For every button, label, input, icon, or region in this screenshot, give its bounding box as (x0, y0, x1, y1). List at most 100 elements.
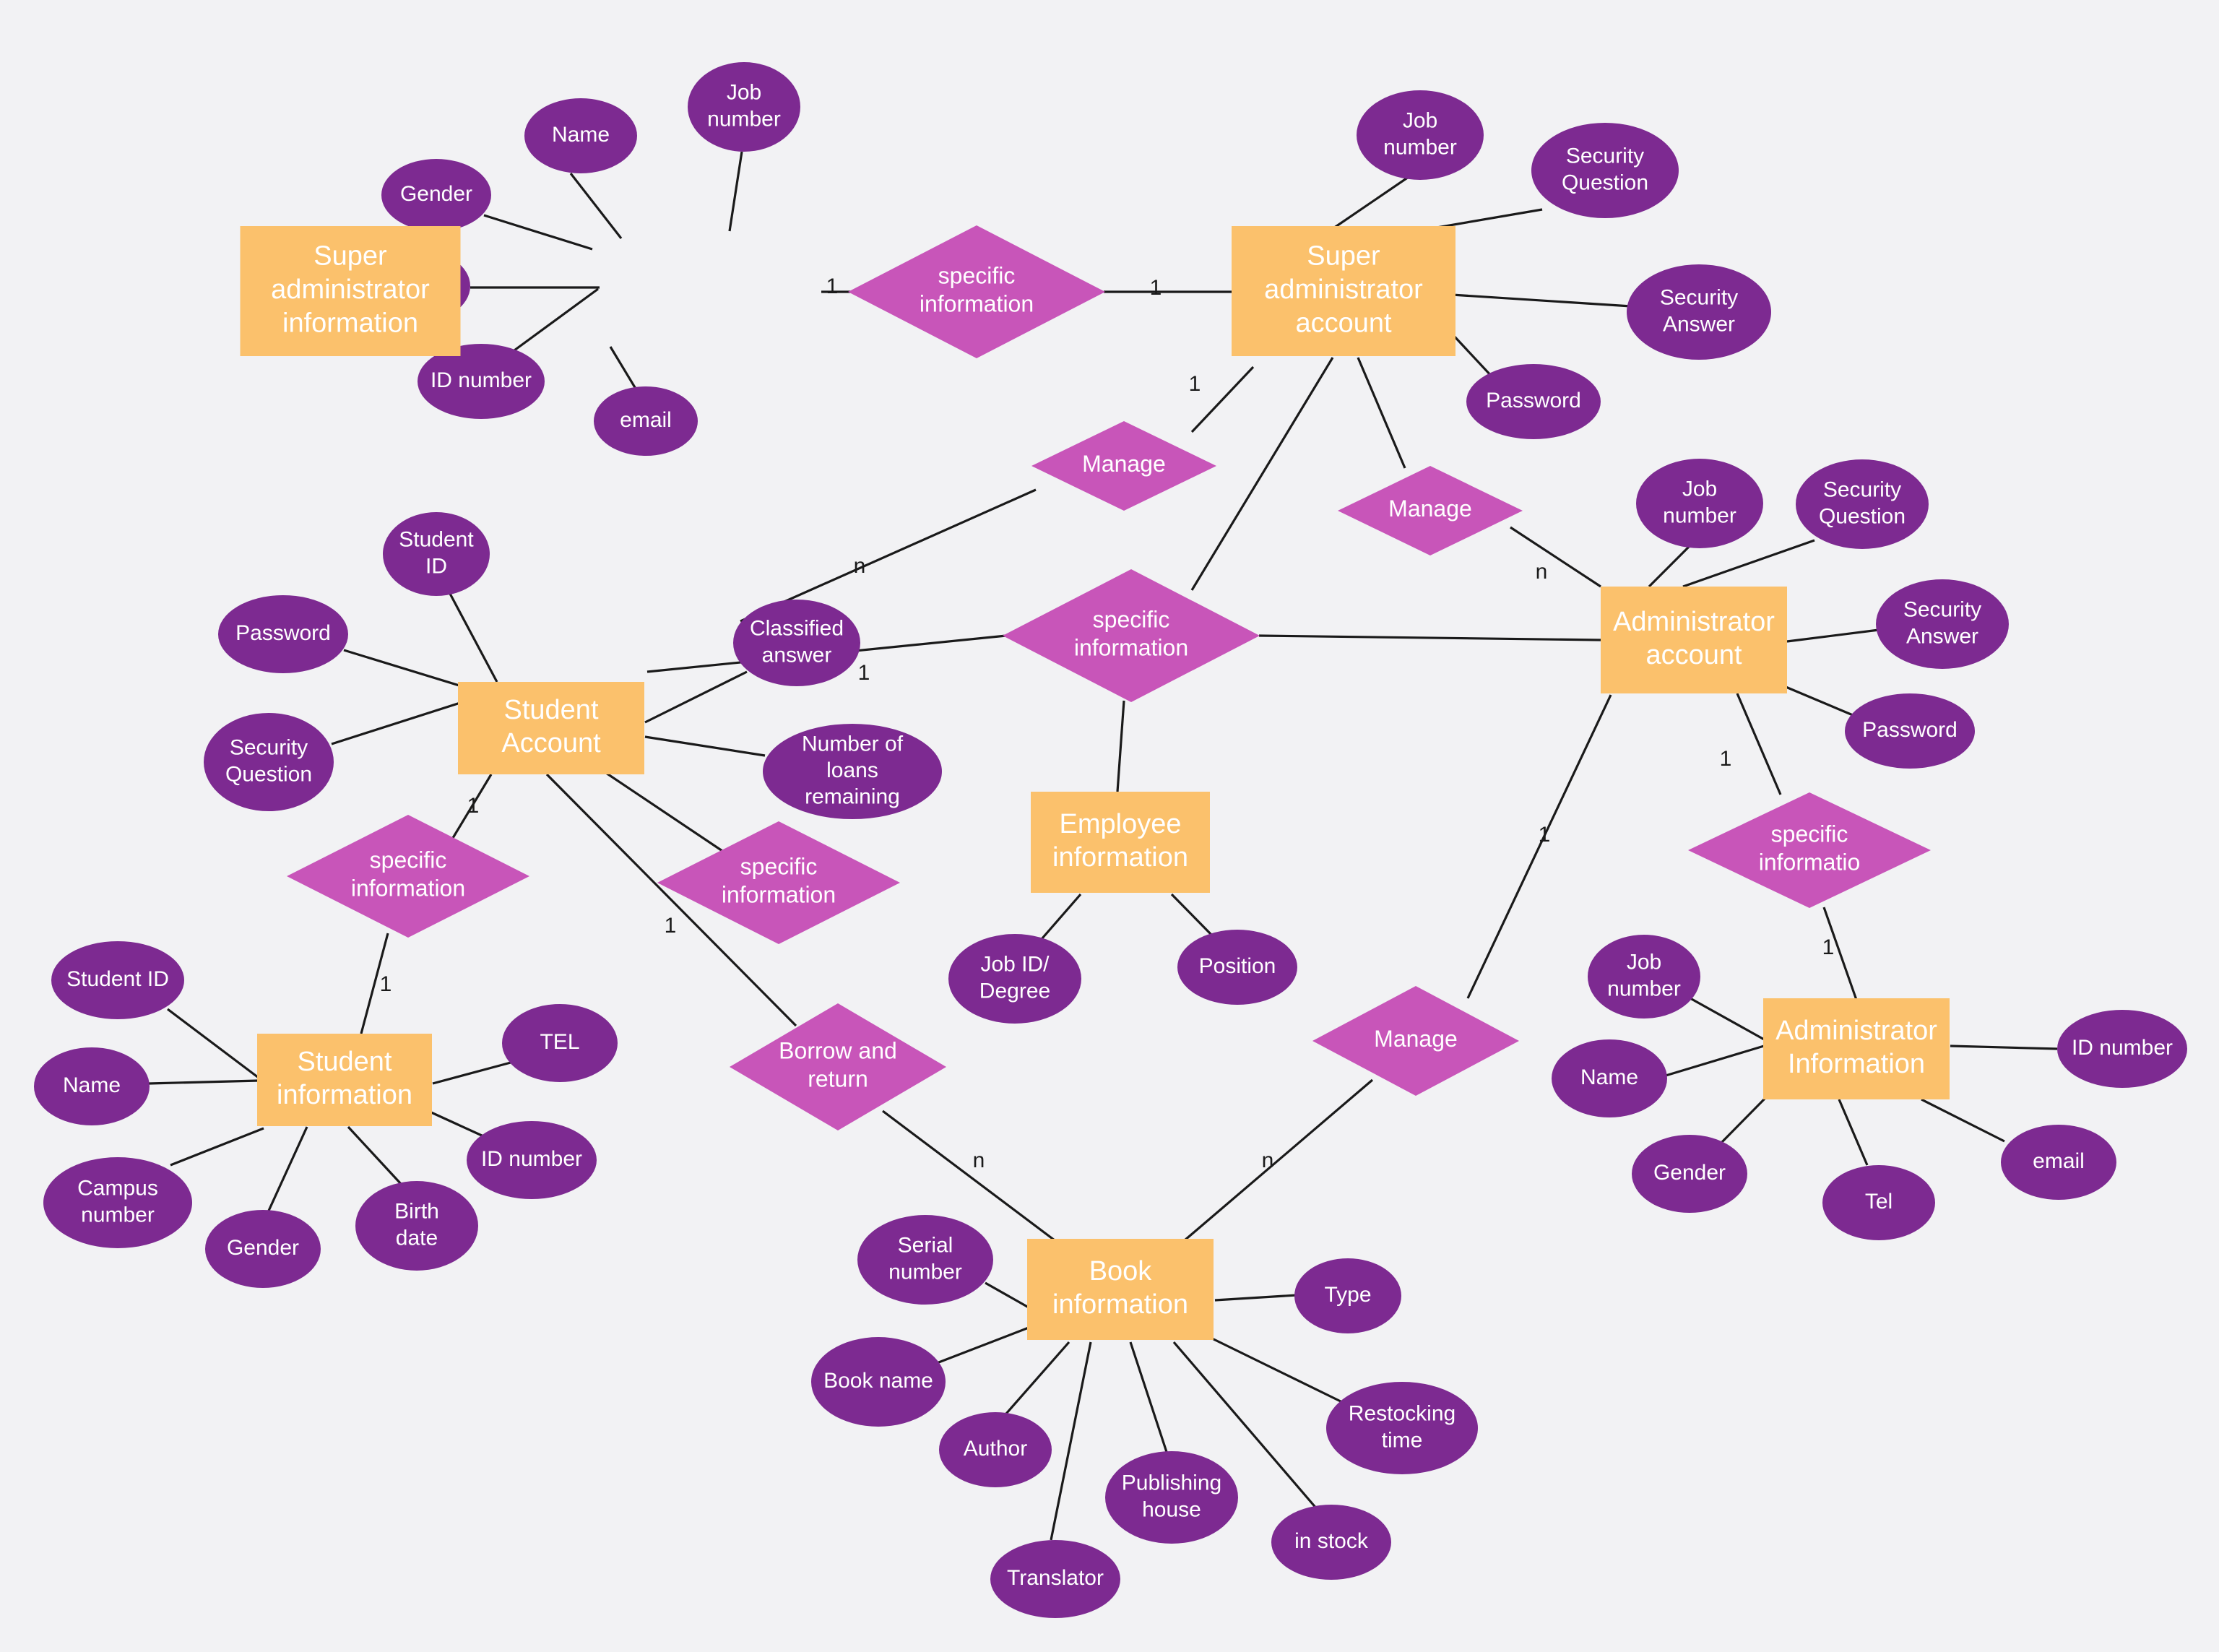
relationship-rel_specific_center[interactable]: specific information (1003, 569, 1260, 702)
attribute-ai_gender[interactable]: Gender (1632, 1135, 1747, 1213)
edge-si_birth_date-to-student_info (347, 1125, 403, 1186)
edge-admin_account-to-rel_admin_specific (1736, 693, 1782, 795)
attribute-sa_student_id[interactable]: Student ID (383, 512, 490, 596)
entity-admin_account[interactable]: Administrator account (1601, 587, 1787, 693)
attribute-bi_type[interactable]: Type (1294, 1258, 1401, 1333)
attribute-bi_serial_number[interactable]: Serial number (857, 1215, 993, 1305)
attribute-sai_name[interactable]: Name (524, 98, 637, 173)
attribute-label: Student ID (66, 967, 169, 991)
cardinality-card_sa_borrow: 1 (665, 914, 677, 938)
attribute-label: Name (552, 123, 610, 147)
attribute-si_campus_number[interactable]: Campus number (43, 1157, 192, 1248)
entity-student_account[interactable]: Student Account (458, 682, 644, 774)
attribute-label: Position (1199, 954, 1276, 978)
attribute-si_student_id[interactable]: Student ID (51, 941, 184, 1019)
entity-super_admin_info[interactable]: Super administrator information (240, 226, 461, 356)
edge-sai_job_number-to-super_admin_info (728, 151, 743, 232)
relationship-rel_sa_info_account[interactable]: specific information (848, 225, 1105, 358)
attribute-saa_security_answer[interactable]: Security Answer (1627, 264, 1771, 360)
edge-si_campus_number-to-student_info (170, 1127, 264, 1167)
cardinality-card_borrow_book: n (973, 1149, 985, 1172)
attribute-label: Type (1324, 1283, 1371, 1307)
attribute-label: Gender (227, 1236, 299, 1260)
cardinality-card_specific_info_si: 1 (380, 972, 392, 996)
cardinality-card_aa_admin_specific: 1 (1720, 747, 1732, 771)
entity-book_info[interactable]: Book information (1027, 1239, 1214, 1340)
attribute-ai_name[interactable]: Name (1552, 1039, 1667, 1117)
attribute-si_name[interactable]: Name (34, 1047, 150, 1125)
attribute-si_gender[interactable]: Gender (205, 1210, 321, 1288)
edge-admin_account-to-rel_manage_book (1466, 694, 1612, 999)
cardinality-card_aa_manage_book: 1 (1539, 823, 1551, 847)
edge-ai_id_number-to-admin_info (1950, 1045, 2058, 1050)
attribute-saa_job_number[interactable]: Job number (1357, 90, 1484, 180)
cardinality-card_manage_admin_aa: n (1536, 560, 1548, 584)
attribute-aa_password[interactable]: Password (1845, 693, 1975, 769)
attribute-sai_gender[interactable]: Gender (381, 159, 491, 231)
attribute-aa_security_question[interactable]: Security Question (1796, 459, 1929, 549)
attribute-sa_password[interactable]: Password (218, 595, 348, 673)
entity-super_admin_account[interactable]: Super administrator account (1232, 226, 1455, 356)
attribute-saa_security_question[interactable]: Security Question (1531, 123, 1679, 218)
edge-rel_manage_admin-to-admin_account (1510, 526, 1601, 588)
attribute-ai_id_number[interactable]: ID number (2057, 1010, 2187, 1088)
cardinality-card_manage_book: n (1262, 1149, 1274, 1172)
attribute-label: Password (1862, 718, 1958, 742)
attribute-saa_password[interactable]: Password (1466, 364, 1601, 439)
attribute-bi_in_stock[interactable]: in stock (1271, 1505, 1391, 1580)
relationship-rel_admin_specific[interactable]: specific informatio (1688, 792, 1931, 908)
er-diagram-svg: specific informationManageManagespecific i… (34, 62, 2187, 1618)
edge-aa_password-to-admin_account (1783, 685, 1854, 717)
attribute-ai_email[interactable]: email (2001, 1125, 2116, 1200)
edge-aa_job_number-to-admin_account (1648, 544, 1692, 588)
attribute-bi_author[interactable]: Author (939, 1412, 1052, 1487)
entity-employee_info[interactable]: Employee information (1031, 792, 1210, 893)
attribute-ai_tel[interactable]: Tel (1822, 1165, 1935, 1240)
relationship-rel_manage_student[interactable]: Manage (1031, 421, 1216, 511)
cardinality-card_classified_1: 1 (858, 661, 870, 685)
attribute-ei_position[interactable]: Position (1177, 930, 1297, 1005)
attribute-aa_job_number[interactable]: Job number (1636, 459, 1763, 548)
edge-aa_security_answer-to-admin_account (1786, 628, 1880, 643)
edge-si_id_number-to-student_info (431, 1111, 490, 1141)
attribute-label: Password (235, 621, 331, 645)
attribute-bi_restocking_time[interactable]: Restocking time (1326, 1382, 1478, 1474)
relationship-rel_manage_admin[interactable]: Manage (1338, 466, 1523, 555)
attribute-aa_security_answer[interactable]: Security Answer (1876, 579, 2009, 669)
attribute-ei_job_id_degree[interactable]: Job ID/Degree (948, 934, 1081, 1024)
attribute-label: in stock (1294, 1529, 1369, 1553)
attribute-bi_publishing_house[interactable]: Publishing house (1105, 1451, 1238, 1544)
attribute-sa_classified_answer[interactable]: Classified answer (733, 600, 860, 686)
edge-si_tel-to-student_info (432, 1061, 511, 1085)
attribute-bi_book_name[interactable]: Book name (811, 1337, 946, 1427)
attribute-sa_loans_remaining[interactable]: Number of loans remaining (763, 724, 942, 819)
attribute-si_id_number[interactable]: ID number (467, 1121, 597, 1199)
attribute-si_tel[interactable]: TEL (502, 1004, 618, 1082)
entity-admin_info[interactable]: Administrator Information (1763, 998, 1950, 1099)
entity-student_info[interactable]: Student information (257, 1034, 432, 1126)
attribute-label: ID number (481, 1147, 582, 1171)
relationship-rel_borrow_return[interactable]: Borrow and return (730, 1003, 946, 1130)
attribute-label: Author (964, 1437, 1027, 1461)
attribute-label: email (2033, 1149, 2085, 1173)
edge-rel_manage_book-to-book_info (1183, 1078, 1374, 1242)
edge-sa_classified_answer-to-student_account (644, 670, 748, 724)
relationship-rel_student_center[interactable]: specific information (657, 821, 900, 944)
attribute-si_birth_date[interactable]: Birth date (355, 1181, 478, 1271)
attribute-sai_job_number[interactable]: Job number (688, 62, 800, 152)
attribute-bi_translator[interactable]: Translator (990, 1540, 1120, 1618)
attribute-sa_security_question[interactable]: Security Question (204, 713, 334, 811)
edge-si_student_id-to-student_info (167, 1008, 259, 1079)
cardinality-card_admin_specific_ai: 1 (1822, 935, 1835, 959)
edge-si_gender-to-student_info (267, 1126, 308, 1211)
relationship-rel_student_info[interactable]: specific information (287, 815, 529, 938)
attribute-ai_job_number[interactable]: Job number (1588, 935, 1700, 1019)
relationship-rel_manage_book[interactable]: Manage (1312, 986, 1519, 1096)
edge-sa_security_question-to-student_account (331, 701, 463, 745)
edge-bi_restocking_time-to-book_info (1207, 1335, 1344, 1404)
edge-ei_position-to-employee_info (1170, 893, 1214, 938)
er-diagram-canvas: specific information Manage Manage specific i… (0, 0, 2219, 1652)
attribute-label: Name (1580, 1065, 1638, 1089)
cardinality-card_sa_specific_info: 1 (467, 794, 480, 818)
attribute-sai_email[interactable]: email (594, 386, 698, 456)
